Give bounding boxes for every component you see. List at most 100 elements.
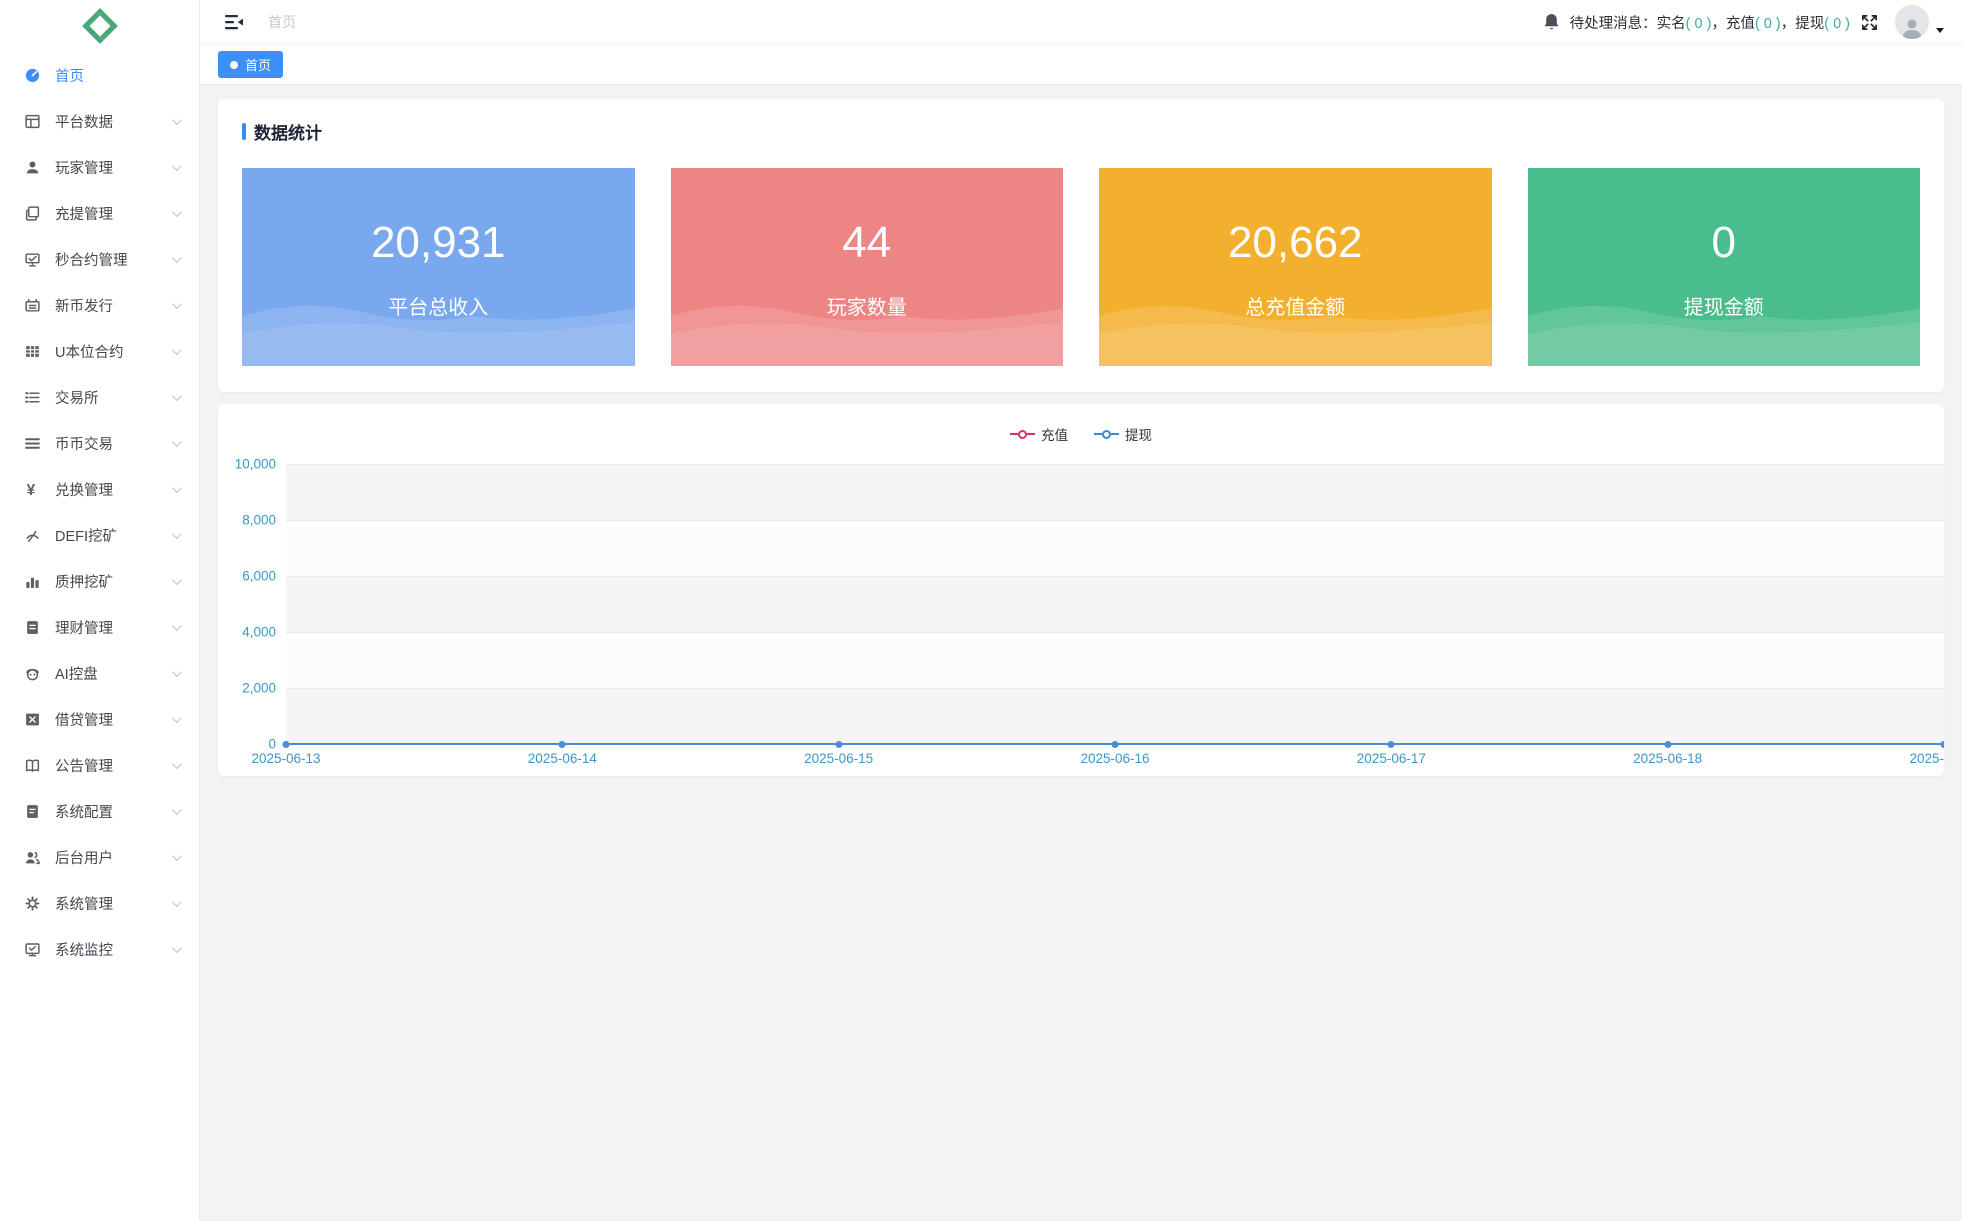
stat-card-total-deposit: 20,662 总充值金额 [1099,168,1492,366]
user-avatar[interactable] [1895,5,1929,39]
chevron-down-icon [172,299,182,309]
sidebar-item-deposit-withdraw[interactable]: 充提管理 [0,190,199,236]
split-area-band [286,520,1944,576]
tab-home[interactable]: 首页 [218,51,283,78]
admin-users-icon [24,849,41,866]
chevron-down-icon [172,161,182,171]
chevron-down-icon [172,115,182,125]
chevron-down-icon [172,621,182,631]
split-area-band [286,576,1944,632]
sidebar-item-wealth[interactable]: 理财管理 [0,604,199,650]
collapse-sidebar-icon[interactable] [224,13,244,31]
data-point [283,741,290,748]
stat-card-withdraw-amount: 0 提现金额 [1528,168,1921,366]
brand-logo-icon [81,7,119,45]
pending-item-label: 实名 [1657,16,1686,32]
sidebar-item-staking-mining[interactable]: 质押挖矿 [0,558,199,604]
sidebar-item-system-monitor[interactable]: 系统监控 [0,926,199,972]
sidebar-item-u-contract[interactable]: U本位合约 [0,328,199,374]
sidebar-item-admin-users[interactable]: 后台用户 [0,834,199,880]
chevron-down-icon [172,667,182,677]
stat-value: 20,662 [1228,221,1363,265]
wave-decoration [242,286,635,366]
wave-decoration [1528,286,1921,366]
gridline [286,688,1944,689]
dashboard-icon [24,67,41,84]
chart-plot-area: 10,000 8,000 6,000 4,000 2,000 0 [230,464,1944,744]
legend-item-withdraw[interactable]: 提现 [1094,424,1152,444]
defi-mining-icon [24,527,41,544]
new-coin-icon [24,297,41,314]
sidebar-item-home[interactable]: 首页 [0,52,199,98]
stat-value: 44 [842,221,891,265]
chevron-down-icon [172,483,182,493]
sidebar-item-platform-data[interactable]: 平台数据 [0,98,199,144]
sidebar-item-coin-trade[interactable]: 币币交易 [0,420,199,466]
user-menu-caret-icon[interactable] [1936,28,1944,33]
stat-card-player-count: 44 玩家数量 [671,168,1064,366]
chevron-down-icon [172,943,182,953]
system-manage-icon [24,895,41,912]
gridline [286,576,1944,577]
exchange-icon [24,389,41,406]
sidebar-item-announcement[interactable]: 公告管理 [0,742,199,788]
section-title: 数据统计 [242,119,1920,144]
sidebar-item-players[interactable]: 玩家管理 [0,144,199,190]
main-column: 首页 待处理消息：实名( 0 )，充值( 0 )，提现( 0 ) [200,0,1962,1221]
coin-trade-icon [24,435,41,452]
stat-cards: 20,931 平台总收入 44 玩家数量 20,662 总充值金额 [242,168,1920,366]
sidebar-item-system-manage[interactable]: 系统管理 [0,880,199,926]
legend-item-deposit[interactable]: 充值 [1010,424,1068,444]
players-icon [24,159,41,176]
notification-bell-icon[interactable] [1543,13,1560,32]
data-point [1941,741,1945,748]
gridline [286,464,1944,465]
chevron-down-icon [172,897,182,907]
system-config-icon [24,803,41,820]
data-point [835,741,842,748]
pending-item-label: 充值 [1726,16,1755,32]
sidebar-item-system-config[interactable]: 系统配置 [0,788,199,834]
chevron-down-icon [172,345,182,355]
wave-decoration [671,286,1064,366]
swap-icon: ¥ [24,481,41,498]
sidebar: 首页 平台数据 玩家管理 充提管理 秒合约管理 [0,0,200,1221]
pending-item-label: 提现 [1795,16,1824,32]
plot-canvas: 2025-06-13 2025-06-14 2025-06-15 2025-06… [286,464,1944,744]
stat-card-platform-income: 20,931 平台总收入 [242,168,635,366]
ai-control-icon [24,665,41,682]
sidebar-item-lending[interactable]: 借贷管理 [0,696,199,742]
tab-active-dot-icon [230,61,238,69]
chart-panel: 充值 提现 10,000 8,000 6,000 4,000 2,000 0 [218,404,1944,776]
pending-item-count: ( 0 ) [1755,16,1781,32]
stats-panel: 数据统计 20,931 平台总收入 44 玩家数量 20,662 [218,99,1944,392]
pending-item-count: ( 0 ) [1686,16,1712,32]
platform-data-icon [24,113,41,130]
legend-marker-icon [1010,430,1035,439]
chevron-down-icon [172,759,182,769]
app-root: 首页 平台数据 玩家管理 充提管理 秒合约管理 [0,0,1962,1221]
sidebar-item-seconds-contract[interactable]: 秒合约管理 [0,236,199,282]
sidebar-item-defi-mining[interactable]: DEFI挖矿 [0,512,199,558]
legend-marker-icon [1094,430,1119,439]
lending-icon [24,711,41,728]
u-contract-icon [24,343,41,360]
gridline [286,520,1944,521]
breadcrumb[interactable]: 首页 [268,12,296,32]
wealth-icon [24,619,41,636]
announcement-icon [24,757,41,774]
data-point [559,741,566,748]
sidebar-item-ai-control[interactable]: AI控盘 [0,650,199,696]
chevron-down-icon [172,575,182,585]
pending-item-count: ( 0 ) [1824,16,1850,32]
person-icon [1900,17,1924,39]
sidebar-item-swap[interactable]: ¥ 兑换管理 [0,466,199,512]
split-area-band [286,688,1944,744]
split-area-band [286,464,1944,520]
deposit-withdraw-icon [24,205,41,222]
svg-text:¥: ¥ [27,481,36,497]
tab-bar: 首页 [200,45,1962,85]
sidebar-item-new-coin[interactable]: 新币发行 [0,282,199,328]
sidebar-item-exchange[interactable]: 交易所 [0,374,199,420]
fullscreen-icon[interactable] [1860,13,1879,32]
